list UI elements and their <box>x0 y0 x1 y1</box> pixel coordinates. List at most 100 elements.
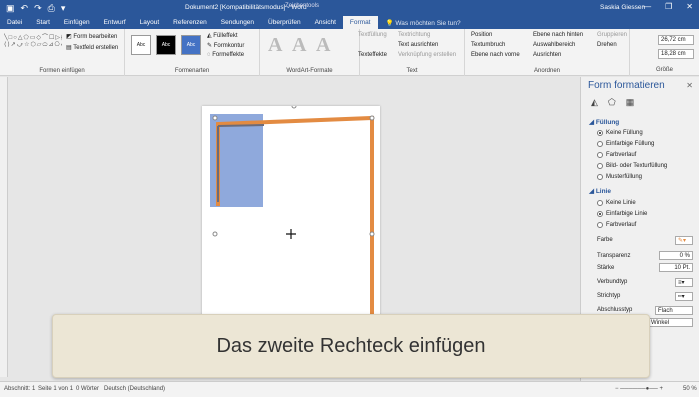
width-label: Stärke <box>597 265 615 271</box>
send-backward-label: Ebene nach hinten <box>533 32 584 38</box>
selection-handle[interactable] <box>212 115 218 121</box>
rotate-button[interactable]: Drehen <box>597 42 617 48</box>
status-zoom[interactable]: 50 % <box>683 386 697 392</box>
group-label-size: Größe <box>655 67 673 73</box>
transparency-input[interactable]: 0 % <box>659 251 693 260</box>
rotation-handle[interactable] <box>291 103 297 109</box>
quick-access-toolbar: ▣ ↶ ↷ ⎙ ▾ <box>6 3 65 14</box>
dash-type-dropdown[interactable]: ┅▾ <box>675 292 693 301</box>
fill-option-pattern[interactable]: Musterfüllung <box>597 174 642 180</box>
join-type-dropdown[interactable]: Winkel <box>648 318 693 327</box>
shape-width-input[interactable]: 18,28 cm <box>658 49 694 59</box>
zoom-slider[interactable]: − ──────●── + <box>615 386 663 392</box>
text-direction-button[interactable]: Textrichtung <box>398 32 430 38</box>
radio <box>597 200 603 206</box>
user-name[interactable]: Saskia Giessen <box>600 4 645 11</box>
status-words[interactable]: 0 Wörter <box>76 386 99 392</box>
selection-handle[interactable] <box>369 231 375 237</box>
style-swatch-white[interactable]: Abc <box>131 35 151 55</box>
pen-icon: ✎ <box>207 43 214 49</box>
context-tab-label: Zeichentools <box>285 3 320 9</box>
align-label: Ausrichten <box>533 52 562 58</box>
style-swatch-blue[interactable]: Abc <box>181 35 201 55</box>
tab-referenzen[interactable]: Referenzen <box>166 16 214 29</box>
minimize-button[interactable]: — <box>643 2 651 11</box>
shapes-gallery[interactable]: ╲□○△⬠▭◇⌒☐▷{}⟨⟩↗⤻☆⬡▱⬭⊿⎔⌐ <box>4 32 62 58</box>
status-language[interactable]: Deutsch (Deutschland) <box>104 386 165 392</box>
tell-me-search[interactable]: 💡 Was möchten Sie tun? <box>386 19 461 27</box>
tab-layout[interactable]: Layout <box>133 16 167 29</box>
tab-entwurf[interactable]: Entwurf <box>97 16 133 29</box>
line-option-none[interactable]: Keine Linie <box>597 200 636 206</box>
text-effects-button[interactable]: Texteffekte <box>358 52 387 58</box>
bring-forward-button[interactable]: Ebene nach vorne <box>471 52 520 58</box>
tab-einfuegen[interactable]: Einfügen <box>57 16 97 29</box>
selection-handle[interactable] <box>369 115 375 121</box>
fill-option-solid[interactable]: Einfarbige Füllung <box>597 141 654 147</box>
group-shape-styles: Abc Abc Abc ◭ Fülleffekt ✎ Formkontur ◌ … <box>125 29 260 76</box>
tab-sendungen[interactable]: Sendungen <box>214 16 261 29</box>
wordart-style-3[interactable]: A <box>316 34 330 57</box>
text-align-button[interactable]: Text ausrichten <box>398 42 438 48</box>
fill-section-header[interactable]: ◢ Füllung <box>589 118 619 126</box>
line-option-gradient[interactable]: Farbverlauf <box>597 222 636 228</box>
line-color-picker[interactable]: ✎▾ <box>675 236 693 245</box>
style-swatch-black[interactable]: Abc <box>156 35 176 55</box>
compound-type-label: Verbundtyp <box>597 279 628 285</box>
line-section-header[interactable]: ◢ Linie <box>589 187 611 195</box>
fill-line-icon[interactable]: ◭ <box>591 97 598 108</box>
text-fill-button[interactable]: Textfüllung <box>358 32 387 38</box>
edit-shape-button[interactable]: ◩ Form bearbeiten <box>66 33 117 40</box>
wrap-text-label: Textumbruch <box>471 42 506 48</box>
create-link-button[interactable]: Verknüpfung erstellen <box>398 52 456 58</box>
layout-properties-icon[interactable]: ▦ <box>626 97 635 108</box>
shape-outline-button[interactable]: ✎ Formkontur <box>207 42 244 49</box>
redo-icon[interactable]: ↷ <box>34 3 42 14</box>
tab-datei[interactable]: Datei <box>0 16 29 29</box>
shape-height-input[interactable]: 26,72 cm <box>658 35 694 45</box>
compound-type-dropdown[interactable]: ≡▾ <box>675 278 693 287</box>
tab-start[interactable]: Start <box>29 16 57 29</box>
tab-ueberpruefen[interactable]: Überprüfen <box>261 16 308 29</box>
selection-handle[interactable] <box>212 231 218 237</box>
group-button[interactable]: Gruppieren <box>597 32 627 38</box>
line-option-label: Farbverlauf <box>606 222 637 228</box>
width-input[interactable]: 10 Pt. <box>659 263 693 272</box>
document-page[interactable] <box>202 103 380 346</box>
pane-close-button[interactable]: ✕ <box>686 81 693 90</box>
tab-format[interactable]: Format <box>342 16 378 29</box>
fill-option-gradient[interactable]: Farbverlauf <box>597 152 636 158</box>
fill-option-none[interactable]: Keine Füllung <box>597 130 643 136</box>
effects-pentagon-icon[interactable]: ⬠ <box>608 97 616 108</box>
horizontal-ruler <box>8 77 578 87</box>
send-backward-button[interactable]: Ebene nach hinten <box>533 32 583 38</box>
tab-ansicht[interactable]: Ansicht <box>308 16 343 29</box>
undo-icon[interactable]: ↶ <box>21 3 29 14</box>
text-align-label: Text ausrichten <box>398 42 439 48</box>
wordart-style-1[interactable]: A <box>268 34 282 57</box>
shape-effects-button[interactable]: ◌ Formeffekte <box>207 52 244 58</box>
tutorial-caption: Das zweite Rechteck einfügen <box>52 314 650 378</box>
shape-fill-button[interactable]: ◭ Fülleffekt <box>207 32 238 39</box>
radio <box>597 222 603 228</box>
wordart-style-2[interactable]: A <box>292 34 306 57</box>
status-section[interactable]: Abschnitt: 1 <box>4 386 35 392</box>
qat-customize-icon[interactable]: ▾ <box>61 3 66 14</box>
rotate-label: Drehen <box>597 42 617 48</box>
textbox-label: Textfeld erstellen <box>73 45 119 51</box>
print-icon[interactable]: ⎙ <box>48 3 55 14</box>
selection-pane-button[interactable]: Auswahlbereich <box>533 42 575 48</box>
save-icon[interactable]: ▣ <box>6 3 15 14</box>
close-button[interactable]: ✕ <box>686 2 693 11</box>
wrap-text-button[interactable]: Textumbruch <box>471 42 505 48</box>
group-label-text: Text <box>406 68 418 74</box>
position-button[interactable]: Position <box>471 32 492 38</box>
status-page[interactable]: Seite 1 von 1 <box>38 386 73 392</box>
fill-option-picture[interactable]: Bild- oder Texturfüllung <box>597 163 667 169</box>
textbox-button[interactable]: ▤ Textfeld erstellen <box>66 44 118 51</box>
line-option-solid[interactable]: Einfarbige Linie <box>597 211 647 217</box>
restore-button[interactable]: ❐ <box>665 2 672 11</box>
cap-type-dropdown[interactable]: Flach <box>655 306 693 315</box>
group-label-arrange: Anordnen <box>533 68 561 74</box>
align-button[interactable]: Ausrichten <box>533 52 561 58</box>
